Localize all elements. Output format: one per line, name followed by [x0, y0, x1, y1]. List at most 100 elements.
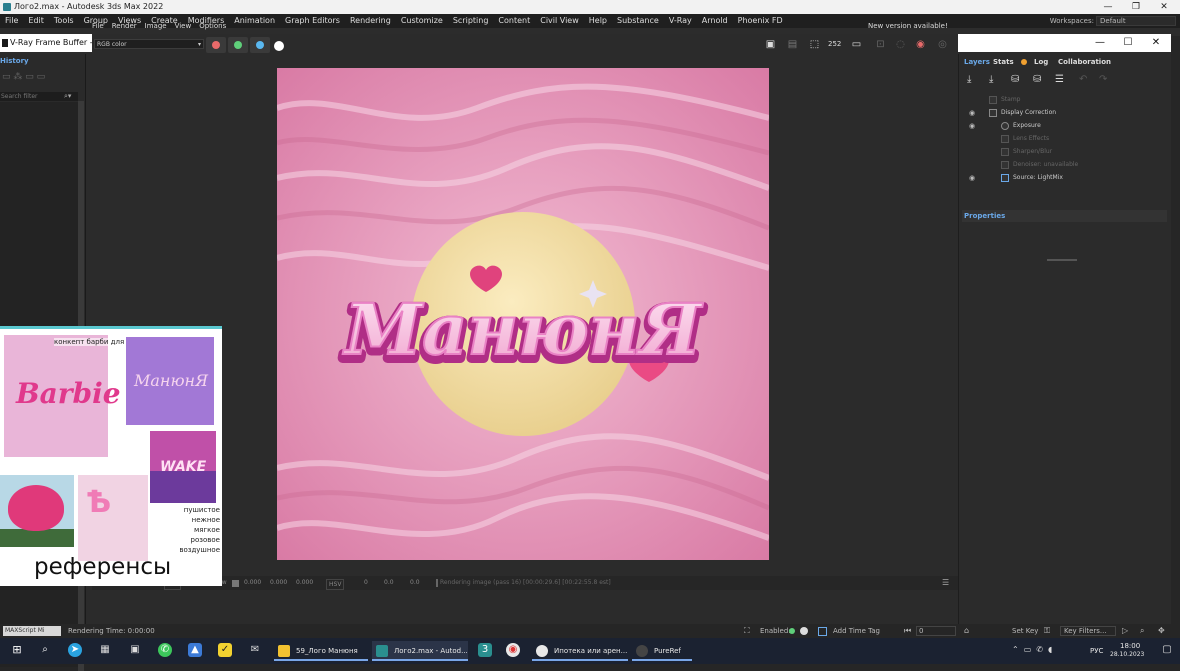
stop-render-icon[interactable]: ◉ — [914, 38, 927, 51]
menu-file[interactable]: File — [0, 14, 23, 28]
layer-row[interactable]: ◉ Exposure — [967, 120, 1167, 132]
layer-checkbox[interactable] — [989, 109, 997, 117]
undo-icon[interactable]: ↶ — [1079, 74, 1087, 85]
menu-rendering[interactable]: Rendering — [345, 14, 396, 28]
orbit-icon[interactable]: ✥ — [1158, 624, 1165, 638]
eye-icon[interactable]: ◉ — [969, 107, 975, 119]
language-indicator[interactable]: РУС — [1090, 647, 1103, 655]
calculator-icon[interactable]: ▦ — [98, 643, 112, 657]
key-filters-button[interactable]: Key Filters... — [1060, 626, 1116, 636]
tab-collaboration[interactable]: Collaboration — [1058, 58, 1111, 66]
close-button[interactable]: ✕ — [1152, 0, 1176, 14]
menu-graph-editors[interactable]: Graph Editors — [280, 14, 345, 28]
toggle-icon[interactable] — [800, 627, 808, 635]
key-icon[interactable]: ⚿ — [1044, 624, 1050, 638]
menu-scripting[interactable]: Scripting — [448, 14, 494, 28]
minimize-button[interactable]: — — [1096, 0, 1120, 14]
tasks-icon[interactable]: ✓ — [218, 643, 232, 657]
vfb-maximize-button[interactable]: ☐ — [1114, 34, 1142, 52]
vfb-minimize-button[interactable]: — — [1086, 34, 1114, 52]
update-notice[interactable]: New version available! — [868, 22, 948, 30]
track-mouse-icon[interactable]: ⊡ — [874, 38, 887, 51]
layer-row[interactable]: Denoiser: unavailable — [967, 159, 1167, 171]
pause-render-icon[interactable]: ◌ — [894, 38, 907, 51]
menu-substance[interactable]: Substance — [612, 14, 664, 28]
alpha-channel-icon[interactable] — [274, 41, 284, 51]
taskbar-app-3dsmax[interactable]: Лого2.max - Autod... — [372, 641, 468, 661]
play-icon[interactable]: ▷ — [1122, 624, 1128, 638]
menu-vray[interactable]: V-Ray — [664, 14, 697, 28]
tab-stats[interactable]: Stats — [993, 58, 1014, 66]
bit-depth-icon[interactable]: 252 — [828, 38, 841, 51]
lock-icon[interactable]: ⛶ — [744, 624, 750, 638]
vfb-menu-render[interactable]: Render — [112, 20, 137, 32]
layer-row[interactable]: Stamp — [967, 94, 1167, 106]
auto-key-icon[interactable]: ⌂ — [964, 624, 969, 638]
telegram-icon[interactable]: ➤ — [68, 643, 82, 657]
frame-input[interactable]: 0 — [916, 626, 956, 636]
menu-civil-view[interactable]: Civil View — [535, 14, 584, 28]
maxscript-listener[interactable]: MAXScript Mi — [3, 626, 61, 636]
vfb-menu-view[interactable]: View — [175, 20, 192, 32]
vfb-menu-file[interactable]: File — [92, 20, 104, 32]
taskbar-app-folder[interactable]: 59_Лого Манюня — [274, 641, 368, 661]
zoom-icon[interactable]: ⌕ — [1140, 624, 1144, 638]
menu-phoenix-fd[interactable]: Phoenix FD — [733, 14, 788, 28]
eye-icon[interactable]: ◉ — [969, 120, 975, 132]
photos-icon[interactable]: ▲ — [188, 643, 202, 657]
3dsmax-secondary-icon[interactable]: 3 — [478, 643, 492, 657]
delete-layer-icon[interactable]: ⤓ — [989, 74, 993, 85]
chrome-icon[interactable]: ◉ — [506, 643, 520, 657]
layer-row[interactable]: Lens Effects — [967, 133, 1167, 145]
vfb-menu-image[interactable]: Image — [145, 20, 167, 32]
load-layers-icon[interactable]: ⛁ — [1033, 74, 1041, 85]
layer-row[interactable]: Sharpen/Blur — [967, 146, 1167, 158]
green-channel-button[interactable] — [228, 37, 248, 53]
save-layers-icon[interactable]: ⛁ — [1011, 74, 1019, 85]
clock-date[interactable]: 28.10.2023 — [1110, 651, 1144, 658]
render-region-icon[interactable]: ▭ — [850, 38, 863, 51]
channel-dropdown[interactable]: RGB color ▾ — [94, 39, 204, 49]
tray-icons[interactable]: ⌃▭✆◖ — [1012, 645, 1057, 654]
menu-tools[interactable]: Tools — [49, 14, 79, 28]
tab-layers[interactable]: Layers — [964, 58, 990, 66]
save-image-icon[interactable]: ▣ — [764, 38, 777, 51]
add-time-tag-button[interactable]: Add Time Tag — [833, 624, 880, 638]
collapse-icon[interactable]: ☰ — [942, 576, 949, 590]
search-icon[interactable]: ⌕ — [38, 643, 52, 657]
workspace-dropdown[interactable]: Default — [1096, 16, 1176, 26]
windows-start-icon[interactable]: ⊞ — [10, 643, 24, 657]
taskbar-app-pureref[interactable]: PureRef — [632, 641, 692, 661]
notifications-icon[interactable]: ▢ — [1160, 643, 1174, 657]
eye-icon[interactable]: ◉ — [969, 172, 975, 184]
blue-channel-button[interactable] — [250, 37, 270, 53]
panel-splitter[interactable] — [1047, 259, 1077, 261]
menu-content[interactable]: Content — [493, 14, 535, 28]
color-mode-dropdown[interactable]: HSV — [326, 579, 345, 590]
set-key-button[interactable]: Set Key — [1012, 624, 1038, 638]
clock-time[interactable]: 18:00 — [1120, 642, 1140, 650]
vfb-menu-options[interactable]: Options — [199, 20, 226, 32]
render-icon[interactable]: ◎ — [936, 38, 949, 51]
tab-log[interactable]: Log — [1034, 58, 1048, 66]
add-layer-icon[interactable]: ⤓ — [967, 74, 971, 85]
key-mode-icon[interactable]: ⏮ — [904, 624, 911, 638]
save-all-icon[interactable]: ▤ — [786, 38, 799, 51]
layer-checkbox[interactable] — [989, 96, 997, 104]
menu-arnold[interactable]: Arnold — [697, 14, 733, 28]
search-icon[interactable]: ⌕▾ — [64, 92, 71, 101]
menu-help[interactable]: Help — [584, 14, 612, 28]
whatsapp-icon[interactable]: ✆ — [158, 643, 172, 657]
region-render-icon[interactable]: ⬚ — [808, 38, 821, 51]
menu-edit[interactable]: Edit — [23, 14, 49, 28]
menu-customize[interactable]: Customize — [396, 14, 448, 28]
layer-row[interactable]: ◉ Display Correction — [967, 107, 1167, 119]
vfb-close-button[interactable]: ✕ — [1142, 34, 1170, 52]
restore-button[interactable]: ❐ — [1124, 0, 1148, 14]
layer-row[interactable]: ◉ Source: LightMix — [967, 172, 1167, 184]
layers-menu-icon[interactable]: ☰ — [1055, 74, 1064, 85]
red-channel-button[interactable] — [206, 37, 226, 53]
mail-icon[interactable]: ✉ — [248, 643, 262, 657]
menu-animation[interactable]: Animation — [229, 14, 280, 28]
store-icon[interactable]: ▣ — [128, 643, 142, 657]
